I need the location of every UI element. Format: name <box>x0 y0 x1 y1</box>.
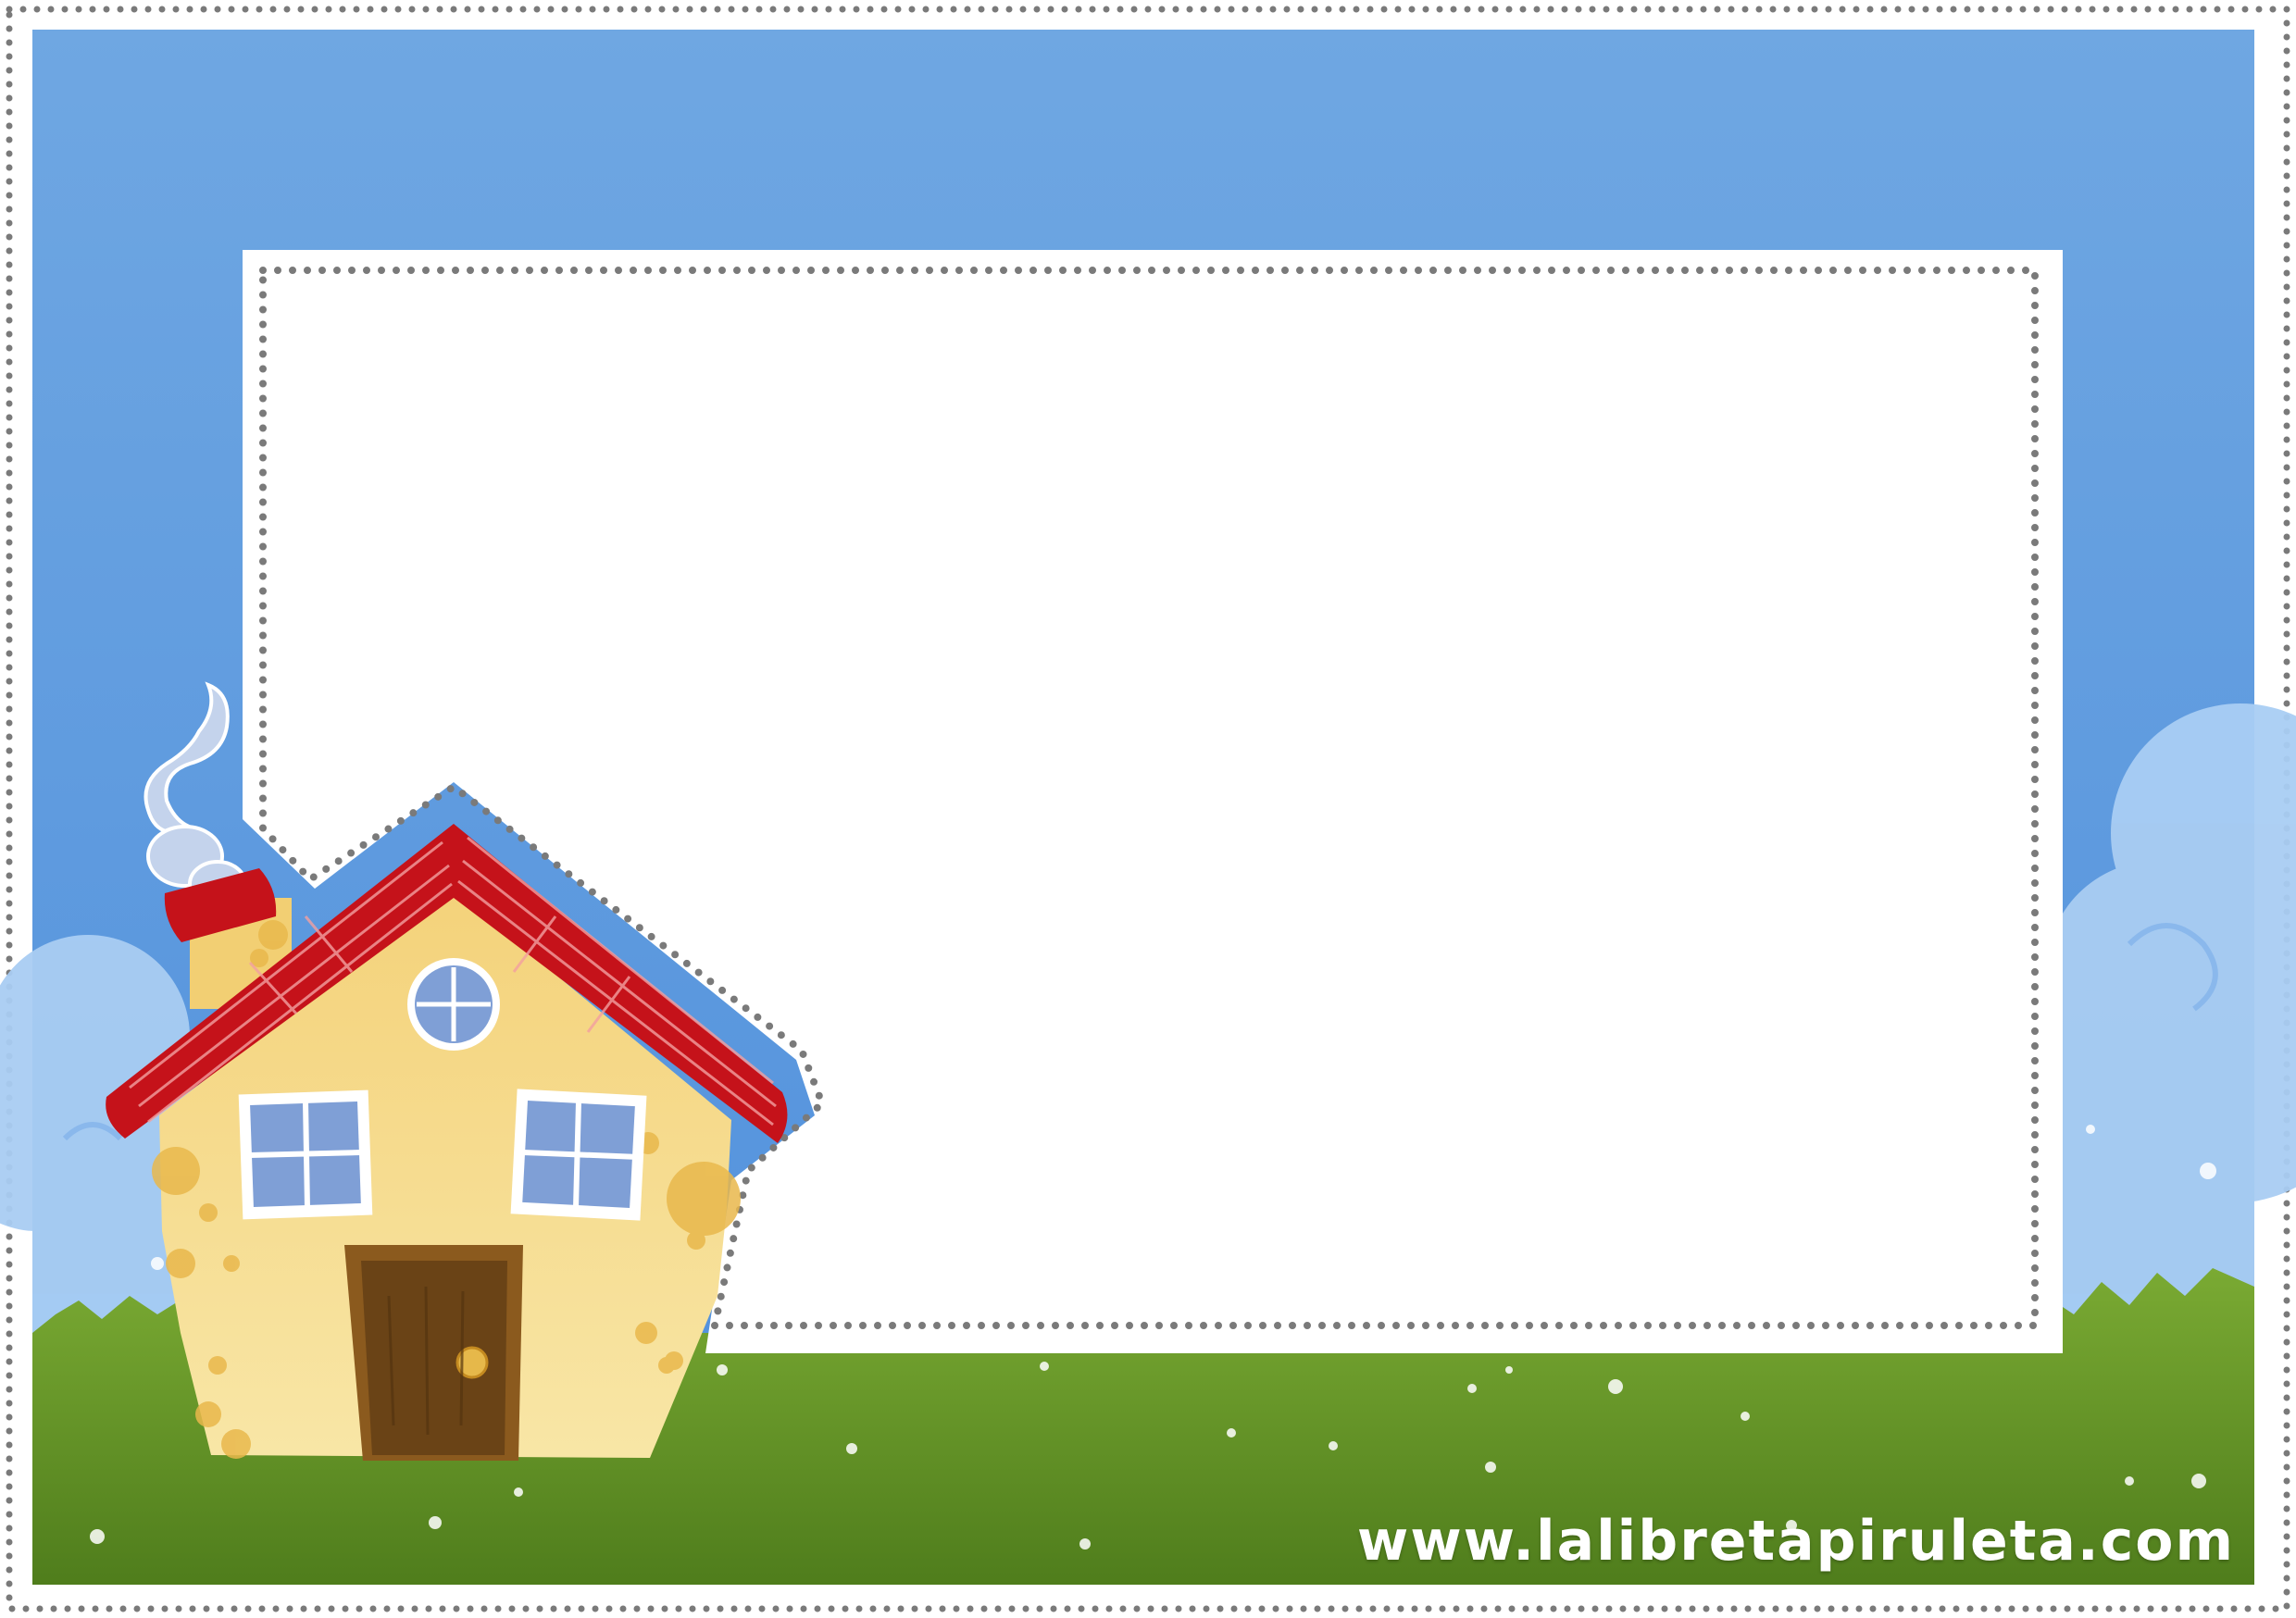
scene-canvas <box>0 6 2296 1612</box>
website-watermark: www.lalibretapiruleta.com <box>1356 1509 2235 1574</box>
window-right <box>510 1089 647 1221</box>
house-door <box>344 1245 523 1461</box>
round-window <box>407 958 500 1051</box>
window-left <box>238 1089 373 1220</box>
